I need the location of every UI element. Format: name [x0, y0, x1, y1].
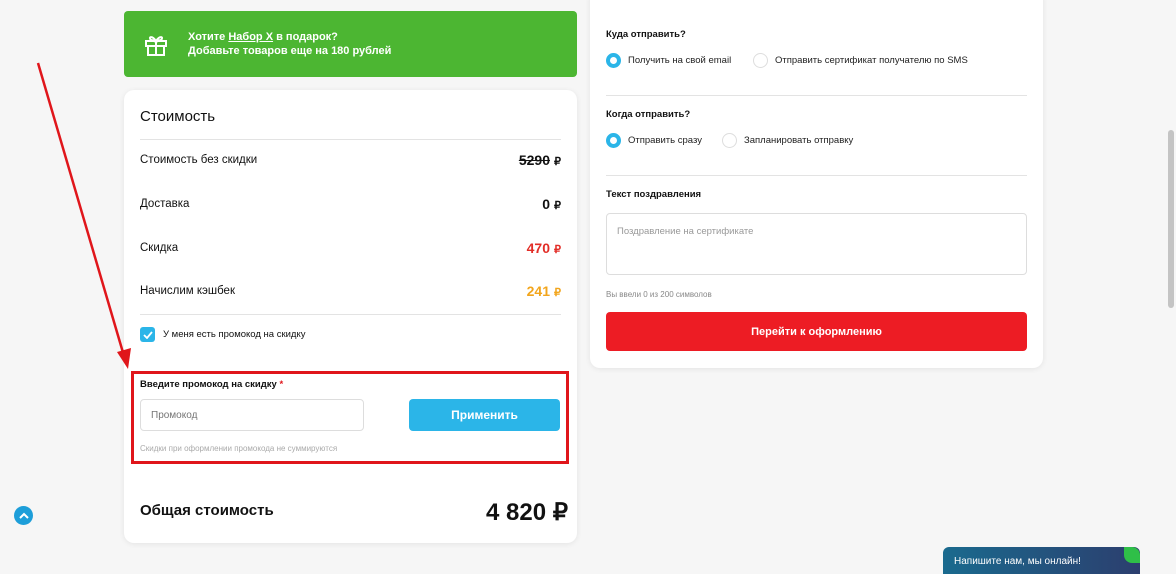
total-label: Общая стоимость [140, 502, 274, 519]
currency: ₽ [554, 287, 561, 299]
cost-card: Стоимость Стоимость без скидки 5290 ₽ Дос… [124, 90, 577, 543]
row-label: Стоимость без скидки [140, 154, 258, 166]
divider [140, 314, 561, 315]
promo-checkbox[interactable]: У меня есть промокод на скидку [140, 327, 305, 342]
cost-title: Стоимость [140, 108, 216, 125]
gift-icon [142, 30, 170, 58]
row-discount: Скидка 470 ₽ [140, 240, 561, 256]
apply-button[interactable]: Применить [409, 399, 560, 431]
row-label: Доставка [140, 198, 190, 210]
row-delivery: Доставка 0 ₽ [140, 196, 561, 212]
chevron-up-icon [18, 512, 29, 519]
radio-label: Получить на свой email [628, 55, 732, 66]
radio-email[interactable]: Получить на свой email [606, 53, 731, 68]
gift-set-link[interactable]: Набор X [228, 31, 273, 43]
promo-checkbox-label: У меня есть промокод на скидку [163, 329, 306, 340]
divider [606, 95, 1027, 96]
promo-input[interactable] [140, 399, 364, 431]
radio-selected-icon [606, 53, 621, 68]
radio-sms[interactable]: Отправить сертификат получателю по SMS [753, 53, 968, 68]
row-price-no-discount: Стоимость без скидки 5290 ₽ [140, 152, 561, 168]
row-label: Скидка [140, 242, 179, 254]
banner-line1-prefix: Хотите [188, 31, 229, 43]
where-label: Куда отправить? [606, 29, 686, 40]
checkmark-icon [140, 327, 155, 342]
chat-online-icon [1124, 547, 1140, 563]
currency: ₽ [554, 244, 561, 256]
row-label: Начислим кэшбек [140, 285, 235, 297]
page-scrollbar[interactable] [1168, 130, 1174, 308]
radio-empty-icon [722, 133, 737, 148]
promo-label: Введите промокод на скидку * [140, 379, 283, 390]
currency: ₽ [554, 156, 561, 168]
greeting-label: Текст поздравления [606, 189, 702, 200]
radio-schedule[interactable]: Запланировать отправку [722, 133, 853, 148]
promo-label-text: Введите промокод на скидку [140, 379, 277, 390]
checkout-button[interactable]: Перейти к оформлению [606, 312, 1027, 351]
radio-label: Запланировать отправку [744, 135, 854, 146]
promo-hint: Скидки при оформлении промокода не сумми… [140, 444, 338, 453]
required-mark: * [279, 379, 284, 390]
radio-label: Отправить сертификат получателю по SMS [775, 55, 968, 66]
scroll-top-button[interactable] [14, 506, 33, 525]
greeting-textarea[interactable]: Поздравление на сертификате [606, 213, 1027, 275]
total-value: 4 820 ₽ [486, 499, 568, 526]
radio-send-now[interactable]: Отправить сразу [606, 133, 702, 148]
char-counter: Вы ввели 0 из 200 символов [606, 290, 712, 299]
radio-selected-icon [606, 133, 621, 148]
chat-widget[interactable]: Напишите нам, мы онлайн! [943, 547, 1140, 574]
row-value: 0 [542, 196, 550, 212]
radio-empty-icon [753, 53, 768, 68]
gift-banner: Хотите Набор X в подарок? Добавьте товар… [124, 11, 577, 77]
divider [140, 139, 561, 140]
currency: ₽ [554, 200, 561, 212]
row-cashback: Начислим кэшбек 241 ₽ [140, 283, 561, 299]
radio-label: Отправить сразу [628, 135, 702, 146]
banner-line1-suffix: в подарок? [273, 31, 338, 43]
banner-line2: Добавьте товаров еще на 180 рублей [188, 45, 392, 57]
divider [606, 175, 1027, 176]
row-value: 5290 [518, 152, 550, 168]
row-value: 241 [526, 283, 550, 299]
row-value: 470 [526, 240, 550, 256]
when-label: Когда отправить? [606, 109, 691, 120]
